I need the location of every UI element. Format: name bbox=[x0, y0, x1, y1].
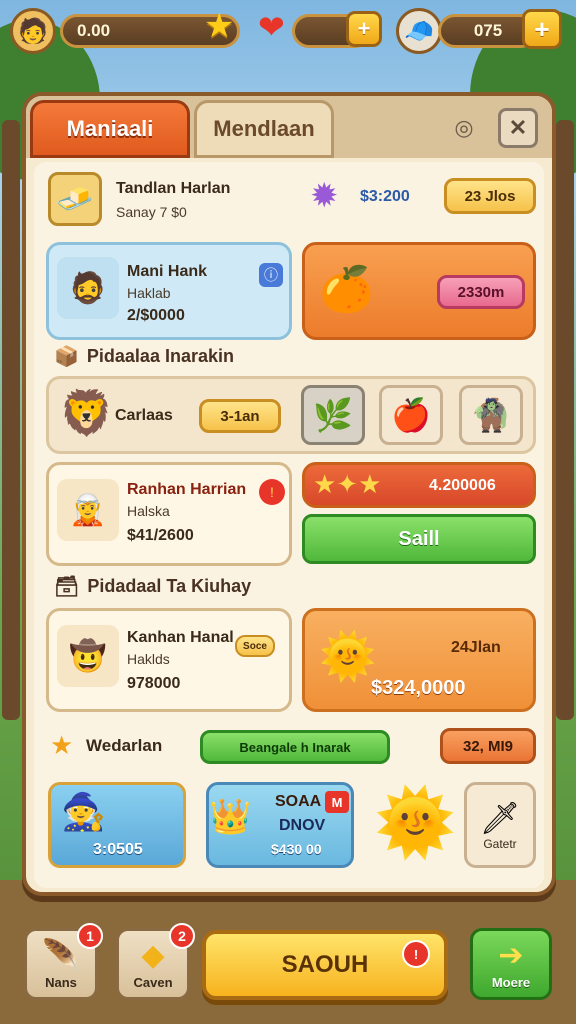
gear-tile-label: Gatetr bbox=[483, 837, 517, 851]
add-gems-button[interactable]: + bbox=[522, 9, 562, 49]
tab-bar: Maniaali Mendlaan ◎ ✕ bbox=[26, 96, 552, 158]
hero2-cost: $41/2600 bbox=[127, 527, 194, 544]
tab-maniaali[interactable]: Maniaali bbox=[30, 100, 190, 158]
cta-alert-icon: ! bbox=[402, 940, 430, 968]
section-heading-2: 🗃 Pidadaal Ta Kiuhay bbox=[54, 576, 252, 598]
nav-more-button[interactable]: ➔ Moere bbox=[470, 928, 552, 1000]
hero-card-3[interactable]: 🤠 Kanhan Hanal Haklds 978000 Soce bbox=[46, 608, 292, 712]
player-avatar[interactable]: 🧑 bbox=[10, 8, 56, 54]
gems-value: 075 bbox=[473, 21, 503, 40]
coins-value: 0.00 bbox=[77, 21, 111, 40]
section-heading-1: 📦 Pidaalaa Inarakin bbox=[54, 346, 234, 368]
hero1-portrait-icon: 🧔 bbox=[57, 257, 119, 319]
gem-flower-icon: ✹ bbox=[310, 177, 339, 215]
close-icon[interactable]: ✕ bbox=[498, 108, 538, 148]
crate-icon: 📦 bbox=[54, 346, 79, 368]
nav-nans-badge: 1 bbox=[77, 923, 103, 949]
star-icon: ★ bbox=[204, 7, 235, 45]
stars-icon: ★✦★ bbox=[313, 469, 382, 499]
hero2-role: Halska bbox=[127, 503, 170, 519]
bundle1-price: 3:0505 bbox=[93, 841, 143, 858]
herb-item-button[interactable]: 🌿 bbox=[301, 385, 365, 445]
alert-icon[interactable]: ! bbox=[259, 479, 285, 505]
hero3-portrait-icon: 🤠 bbox=[57, 625, 119, 687]
hero3-name: Kanhan Hanal bbox=[127, 629, 234, 646]
hero3-tag: Soce bbox=[235, 635, 275, 657]
offer1-title: Tandlan Harlan bbox=[116, 180, 231, 197]
diamond-icon: ◆ bbox=[141, 939, 165, 972]
promo-bar[interactable]: Beangale h Inarak bbox=[200, 730, 390, 764]
offer1-price: $3:200 bbox=[360, 188, 410, 205]
info-icon[interactable]: ⓘ bbox=[259, 263, 283, 287]
sun-offer-price: $324,0000 bbox=[371, 677, 466, 699]
tab-mendlaan[interactable]: Mendlaan bbox=[194, 100, 334, 158]
hero2-portrait-icon: 🧝 bbox=[57, 479, 119, 541]
sell-button[interactable]: Saill bbox=[302, 514, 536, 564]
nav-nans-button[interactable]: 🪶 Nans 1 bbox=[24, 923, 103, 1000]
gem-avatar-icon: 🧢 bbox=[396, 8, 442, 54]
promo-price-button[interactable]: 32, MI9 bbox=[440, 728, 536, 764]
offer1-buy-button[interactable]: 23 Jlos bbox=[444, 178, 536, 214]
hero-card-2[interactable]: 🧝 Ranhan Harrian Halska $41/2600 ! bbox=[46, 462, 292, 566]
gold-bars-icon: 🧈 bbox=[48, 172, 102, 226]
gear-tile[interactable]: 🗡 Gatetr bbox=[464, 782, 536, 868]
box-icon: 🗃 bbox=[54, 576, 80, 598]
hero3-role: Haklds bbox=[127, 651, 170, 667]
heart-icon: ❤ bbox=[258, 9, 285, 45]
sun-offer-card[interactable]: 🌞 24Jlan $324,0000 bbox=[302, 608, 536, 712]
fruit-offer-card[interactable]: 🍊 2330m bbox=[302, 242, 536, 340]
resource-bar: 🧑 0.00 ★ ❤ + 🧢 075 + bbox=[0, 0, 576, 64]
bundle2-subtitle: DNOV bbox=[279, 817, 326, 834]
stars-offer-card: ★✦★ 4.200006 bbox=[302, 462, 536, 508]
hero3-cost: 978000 bbox=[127, 675, 181, 692]
shop-content: 🧈 Tandlan Harlan Sanay 7 $0 ✹ $3:200 23 … bbox=[34, 162, 544, 888]
offer1-subtitle: Sanay 7 $0 bbox=[116, 204, 187, 220]
main-action-button[interactable]: SAOUH ! bbox=[202, 930, 448, 1000]
orange-fruit-icon: 🍊 bbox=[319, 265, 374, 314]
hero1-cost: 2/$0000 bbox=[127, 307, 185, 324]
category-label: Carlaas bbox=[115, 407, 173, 424]
goblin-item-button[interactable]: 🧌 bbox=[459, 385, 523, 445]
apple-item-button[interactable]: 🍎 bbox=[379, 385, 443, 445]
feather-icon: 🪶 bbox=[42, 939, 80, 972]
category-row: 🦁 Carlaas 3-1an 🌿 🍎 🧌 bbox=[46, 376, 536, 454]
sun-mascot-icon[interactable]: 🌞 bbox=[374, 784, 456, 862]
sun-offer-label: 24Jlan bbox=[451, 639, 501, 656]
filter-icon[interactable]: ◎ bbox=[444, 108, 484, 148]
category-button[interactable]: 3-1an bbox=[199, 399, 281, 433]
hero2-name: Ranhan Harrian bbox=[127, 481, 247, 498]
bundle2-crown-icon: 👑 bbox=[209, 798, 252, 836]
bundle2-badge: M bbox=[325, 791, 349, 813]
bundle2-title: SOAA bbox=[275, 793, 322, 810]
promo-star-icon: ★ bbox=[50, 730, 74, 760]
add-lives-button[interactable]: + bbox=[346, 11, 382, 47]
promo-label: Wedarlan bbox=[86, 736, 163, 755]
hero1-role: Haklab bbox=[127, 285, 171, 301]
arrow-right-icon: ➔ bbox=[498, 939, 524, 972]
stars-offer-price: 4.200006 bbox=[429, 477, 496, 494]
hero-card-1[interactable]: 🧔 Mani Hank Haklab 2/$0000 ⓘ bbox=[46, 242, 292, 340]
bundle1-heroes-icon: 🧙 bbox=[61, 791, 106, 832]
fruit-offer-button[interactable]: 2330m bbox=[437, 275, 525, 309]
shop-panel: Maniaali Mendlaan ◎ ✕ 🧈 Tandlan Harlan S… bbox=[22, 92, 556, 896]
lion-mascot-icon: 🦁 bbox=[59, 389, 114, 438]
bundle-tile-2[interactable]: 👑 SOAA M DNOV $430 00 bbox=[206, 782, 354, 868]
hero1-name: Mani Hank bbox=[127, 263, 208, 280]
nav-caven-button[interactable]: ◆ Caven 2 bbox=[116, 923, 195, 1000]
bundle2-price: $430 00 bbox=[271, 841, 322, 857]
sun-fruit-icon: 🌞 bbox=[319, 630, 377, 682]
bundle-tile-1[interactable]: 🧙 3:0505 bbox=[48, 782, 186, 868]
nav-caven-badge: 2 bbox=[169, 923, 195, 949]
sword-icon: 🗡 bbox=[479, 800, 521, 836]
